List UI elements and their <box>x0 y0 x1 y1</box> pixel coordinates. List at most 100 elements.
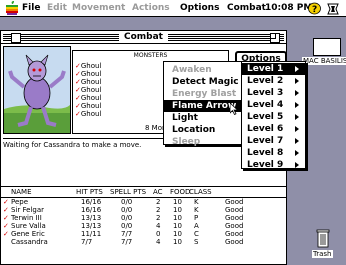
member-sp: 7/7 <box>121 238 133 246</box>
member-sp: 0/0 <box>121 214 133 222</box>
member-name: Pepe <box>11 198 29 206</box>
member-status: Good <box>225 206 244 214</box>
menu-options[interactable]: Options <box>180 3 219 13</box>
mouse-cursor-icon <box>230 103 238 115</box>
party-row[interactable]: ✓ Sure Valla 13/13 0/0 4 10 A Good <box>1 222 286 230</box>
member-class: K <box>194 206 199 214</box>
menu-movement[interactable]: Movement <box>72 3 125 13</box>
checkmark-icon: ✓ <box>3 214 9 222</box>
disk-label[interactable]: MAC BASILISK <box>302 57 346 65</box>
monsters-header: MONSTERS <box>133 52 168 59</box>
monster-item[interactable]: ✓Ghoul <box>75 86 101 94</box>
member-status: Good <box>225 222 244 230</box>
member-status: Good <box>225 214 244 222</box>
party-row[interactable]: ✓ Pepe 16/16 0/0 2 10 K Good <box>1 198 286 206</box>
member-ac: 2 <box>156 198 161 206</box>
member-class: C <box>194 230 199 238</box>
monster-item[interactable]: ✓Ghoul <box>75 110 101 118</box>
menu-bar: File Edit Movement Actions Options Comba… <box>0 0 346 17</box>
menu-item-level-1[interactable]: Level 1 <box>242 63 305 75</box>
col-ac: AC <box>153 188 163 196</box>
menu-edit[interactable]: Edit <box>47 3 67 13</box>
member-name: Sure Valla <box>11 222 46 230</box>
member-status: Good <box>225 238 244 246</box>
col-class: CLASS <box>189 188 212 196</box>
party-row[interactable]: ✓ Gene Eric 11/11 7/7 0 10 C Good <box>1 230 286 238</box>
col-food: FOOD <box>170 188 191 196</box>
menu-item-level-5[interactable]: Level 5 <box>242 111 305 123</box>
member-name: Sir Felgar <box>11 206 44 214</box>
party-row[interactable]: Cassandra 7/7 7/7 4 10 S Good <box>1 238 286 246</box>
member-class: P <box>194 214 199 222</box>
menu-item-energy-blast[interactable]: Energy Blast <box>164 88 242 100</box>
checkmark-icon: ✓ <box>3 198 9 206</box>
trash-label[interactable]: Trash <box>312 250 333 258</box>
menu-file[interactable]: File <box>22 3 40 13</box>
checkmark-icon: ✓ <box>3 206 9 214</box>
level-menu: Level 1 Level 2 Level 3 Level 4 Level 5 … <box>241 61 306 171</box>
menu-item-level-9[interactable]: Level 9 <box>242 159 305 171</box>
member-food: 10 <box>173 206 182 214</box>
menubar-clock: 10:08 PM <box>265 3 313 13</box>
member-food: 10 <box>173 198 182 206</box>
menu-item-location[interactable]: Location <box>164 124 242 136</box>
submenu-arrow-icon <box>295 114 299 120</box>
party-row[interactable]: ✓ Sir Felgar 16/16 0/0 2 10 K Good <box>1 206 286 214</box>
submenu-arrow-icon <box>295 138 299 144</box>
member-ac: 0 <box>156 230 161 238</box>
party-header: NAME HIT PTS SPELL PTS AC FOOD CLASS <box>1 186 286 198</box>
member-name: Terwin III <box>11 214 42 222</box>
submenu-arrow-icon <box>295 126 299 132</box>
close-box[interactable] <box>11 33 21 43</box>
member-sp: 0/0 <box>121 206 133 214</box>
member-hp: 16/16 <box>81 198 102 206</box>
monster-item[interactable]: ✓Ghoul <box>75 78 101 86</box>
checkmark-icon: ✓ <box>3 230 9 238</box>
member-ac: 2 <box>156 206 161 214</box>
member-sp: 0/0 <box>121 198 133 206</box>
menu-item-detect-magic[interactable]: Detect Magic <box>164 76 242 88</box>
member-status: Good <box>225 230 244 238</box>
member-class: K <box>194 198 199 206</box>
col-name: NAME <box>11 188 32 196</box>
member-hp: 11/11 <box>81 230 102 238</box>
help-icon[interactable]: ? <box>308 2 321 15</box>
submenu-arrow-icon <box>295 90 299 96</box>
menu-item-sleep[interactable]: Sleep <box>164 136 242 148</box>
menu-item-level-7[interactable]: Level 7 <box>242 135 305 147</box>
member-food: 10 <box>173 238 182 246</box>
monster-portrait <box>3 46 71 134</box>
member-class: A <box>194 222 199 230</box>
menu-item-level-2[interactable]: Level 2 <box>242 75 305 87</box>
menu-item-level-3[interactable]: Level 3 <box>242 87 305 99</box>
zoom-box[interactable] <box>270 33 280 43</box>
trash-icon[interactable] <box>316 228 330 248</box>
monster-item[interactable]: ✓Ghoul <box>75 62 101 70</box>
menu-item-level-6[interactable]: Level 6 <box>242 123 305 135</box>
col-hit-pts: HIT PTS <box>76 188 103 196</box>
hard-disk-icon[interactable] <box>313 38 341 56</box>
member-ac: 4 <box>156 238 161 246</box>
submenu-arrow-icon <box>295 162 299 168</box>
apple-icon[interactable] <box>6 1 18 15</box>
member-sp: 7/7 <box>121 230 133 238</box>
member-food: 10 <box>173 230 182 238</box>
application-icon[interactable] <box>326 2 340 15</box>
menu-item-level-4[interactable]: Level 4 <box>242 99 305 111</box>
svg-text:?: ? <box>312 5 317 15</box>
menu-actions[interactable]: Actions <box>132 3 170 13</box>
member-name: Gene Eric <box>11 230 45 238</box>
submenu-arrow-icon <box>295 66 299 72</box>
monster-item[interactable]: ✓Ghoul <box>75 102 101 110</box>
monster-item[interactable]: ✓Ghoul <box>75 94 101 102</box>
monster-item[interactable]: ✓Ghoul <box>75 70 101 78</box>
menu-combat[interactable]: Combat <box>227 3 266 13</box>
menu-item-awaken[interactable]: Awaken <box>164 64 242 76</box>
party-row[interactable]: ✓ Terwin III 13/13 0/0 2 10 P Good <box>1 214 286 222</box>
member-sp: 0/0 <box>121 222 133 230</box>
checkmark-icon: ✓ <box>3 222 9 230</box>
menu-item-level-8[interactable]: Level 8 <box>242 147 305 159</box>
message-text: Waiting for Cassandra to make a move. <box>3 141 142 149</box>
member-class: S <box>194 238 199 246</box>
ghoul-image <box>4 47 70 133</box>
